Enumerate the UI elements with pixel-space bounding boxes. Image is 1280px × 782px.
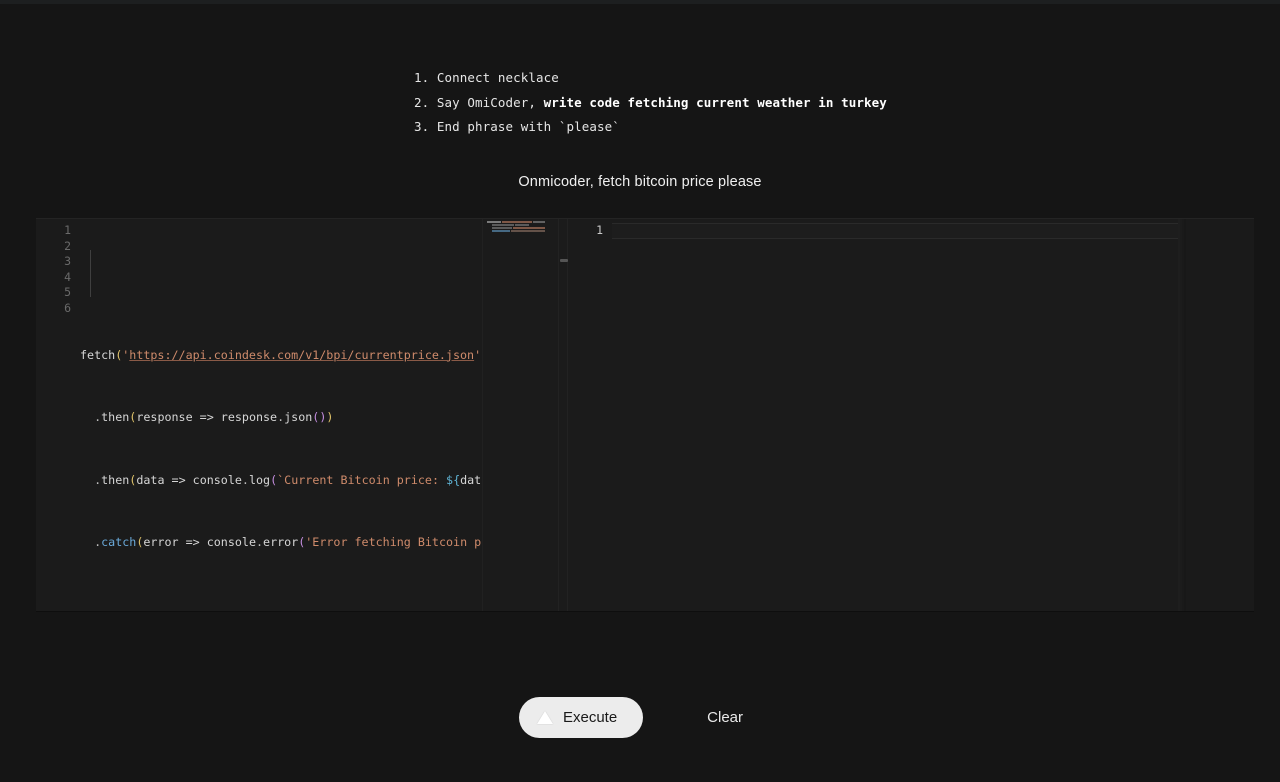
clear-button[interactable]: Clear xyxy=(689,701,761,734)
instructions-list: 1. Connect necklace 2. Say OmiCoder, wri… xyxy=(414,66,934,140)
instruction-item-2: 2. Say OmiCoder, write code fetching cur… xyxy=(414,91,934,116)
line-number: 3 xyxy=(64,254,71,269)
minimap-row xyxy=(487,224,555,226)
line-number: 6 xyxy=(64,300,71,315)
code-minimap[interactable] xyxy=(482,219,558,611)
top-title-bar xyxy=(0,0,1280,4)
minimap-row xyxy=(487,227,555,229)
action-button-row: Execute Clear xyxy=(0,697,1280,738)
line-number: 1 xyxy=(64,223,71,237)
execute-button[interactable]: Execute xyxy=(518,697,644,738)
line-number: 1 xyxy=(596,223,603,237)
app-root: 1. Connect necklace 2. Say OmiCoder, wri… xyxy=(0,0,1280,782)
output-editor-gutter: 1 xyxy=(568,219,612,611)
instruction-2-number: 2. xyxy=(414,94,430,110)
instruction-3-text: End phrase with `please` xyxy=(436,119,620,134)
current-line-highlight xyxy=(612,223,1186,239)
line-number: 5 xyxy=(64,285,71,300)
editor-splitter-handle[interactable] xyxy=(558,219,568,611)
instruction-1-text: Connect necklace xyxy=(436,70,559,85)
url-link-token[interactable]: https://api.coindesk.com/v1/bpi/currentp… xyxy=(129,348,474,362)
editor-split-container: 1 2 3 4 5 6 fetch('https://api.coindesk.… xyxy=(36,218,1254,612)
instruction-2-emphasis: write code fetching current weather in t… xyxy=(543,94,887,110)
code-editor-pane[interactable]: 1 2 3 4 5 6 fetch('https://api.coindesk.… xyxy=(36,219,558,611)
instruction-item-1: 1. Connect necklace xyxy=(414,66,934,91)
line-number: 4 xyxy=(64,269,71,284)
play-triangle-icon xyxy=(536,711,553,724)
instruction-item-3: 3. End phrase with `please` xyxy=(414,115,934,140)
output-editor-pane[interactable]: 1 xyxy=(568,219,1186,611)
instruction-2-text: Say OmiCoder, xyxy=(436,94,544,110)
clear-button-label: Clear xyxy=(707,709,744,726)
output-line-1 xyxy=(612,270,1186,286)
code-editor-gutter: 1 2 3 4 5 6 xyxy=(36,219,80,611)
line-number: 2 xyxy=(64,238,71,253)
page-title: Onmicoder, fetch bitcoin price please xyxy=(518,174,762,190)
minimap-row xyxy=(487,221,555,223)
minimap-row xyxy=(487,230,555,232)
execute-button-label: Execute xyxy=(562,709,618,726)
instruction-3-number: 3. xyxy=(414,119,430,134)
instruction-1-number: 1. xyxy=(414,70,430,85)
vertical-scrollbar[interactable] xyxy=(1178,219,1186,611)
output-editor-text[interactable] xyxy=(612,219,1186,611)
